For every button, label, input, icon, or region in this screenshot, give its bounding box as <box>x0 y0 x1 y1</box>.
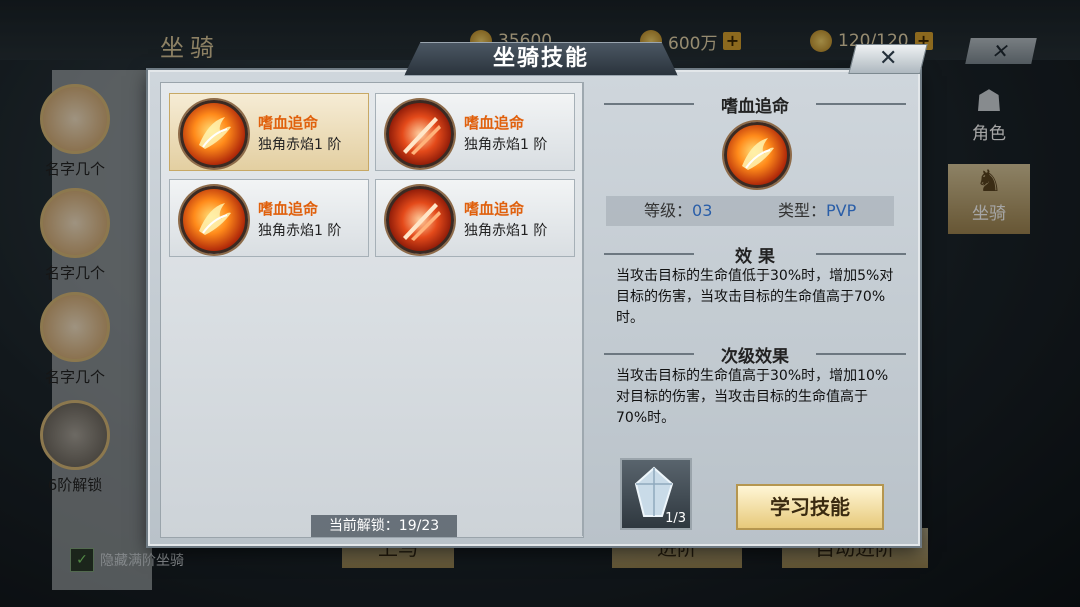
skill-card[interactable]: 嗜血追命 独角赤焰1 阶 <box>169 179 369 257</box>
close-button[interactable]: ✕ <box>848 44 928 74</box>
skill-name: 嗜血追命 <box>258 200 319 218</box>
skill-detail-panel: 嗜血追命 等级：03 类型：PVP 效 果 当攻击目标的生命值低于30%时，增加… <box>592 72 918 544</box>
skill-stats: 等级：03 类型：PVP <box>606 196 894 226</box>
effect-description: 当攻击目标的生命值低于30%时，增加5%对目标的伤害，当攻击目标的生命值高于70… <box>616 268 894 326</box>
secondary-effect-description: 当攻击目标的生命值高于30%时，增加10%对目标的伤害，当攻击目标的生命值高于7… <box>616 368 889 426</box>
learn-skill-button[interactable]: 学习技能 <box>736 484 884 530</box>
secondary-effect-title: 次级效果 <box>592 342 918 367</box>
blade-slash-icon <box>386 100 454 168</box>
panel-divider <box>582 82 584 536</box>
fire-claw-icon <box>180 100 248 168</box>
required-item-slot[interactable]: 1/3 <box>620 458 692 530</box>
skill-card[interactable]: 嗜血追命 独角赤焰1 阶 <box>169 93 369 171</box>
skill-requirement: 独角赤焰1 阶 <box>258 223 342 239</box>
skill-requirement: 独角赤焰1 阶 <box>258 137 342 153</box>
level-stat: 等级：03 <box>644 201 713 220</box>
skill-list-panel: 嗜血追命 独角赤焰1 阶 嗜血追命 独角赤焰1 阶 嗜血追命 独角赤焰1 阶 嗜… <box>160 82 584 538</box>
skill-requirement: 独角赤焰1 阶 <box>464 223 548 239</box>
detail-skill-name: 嗜血追命 <box>592 92 918 117</box>
skill-card[interactable]: 嗜血追命 独角赤焰1 阶 <box>375 179 575 257</box>
blade-slash-icon <box>386 186 454 254</box>
dialog-title: 坐骑技能 <box>404 42 678 76</box>
skill-name: 嗜血追命 <box>258 114 319 132</box>
fire-claw-icon <box>180 186 248 254</box>
skill-name: 嗜血追命 <box>464 114 525 132</box>
close-icon: ✕ <box>878 46 898 71</box>
mount-skill-dialog: 嗜血追命 独角赤焰1 阶 嗜血追命 独角赤焰1 阶 嗜血追命 独角赤焰1 阶 嗜… <box>148 70 920 546</box>
effect-title: 效 果 <box>592 242 918 267</box>
type-stat: 类型：PVP <box>778 201 857 220</box>
item-count: 1/3 <box>665 511 686 526</box>
skill-requirement: 独角赤焰1 阶 <box>464 137 548 153</box>
skill-card[interactable]: 嗜血追命 独角赤焰1 阶 <box>375 93 575 171</box>
skill-name: 嗜血追命 <box>464 200 525 218</box>
fire-claw-icon <box>724 122 790 188</box>
unlock-progress: 当前解锁：19/23 <box>311 515 457 537</box>
